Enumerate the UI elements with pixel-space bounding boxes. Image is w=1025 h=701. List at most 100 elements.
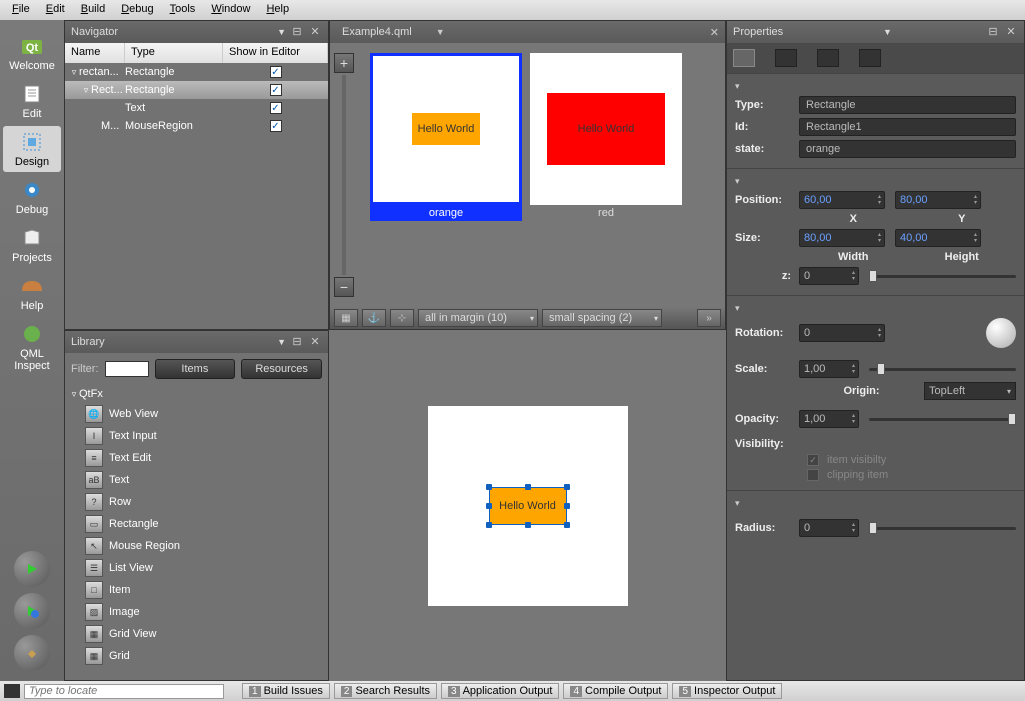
opacity-spin[interactable]: 1,00 xyxy=(799,410,859,428)
section-toggle[interactable]: ▾ xyxy=(735,303,740,313)
tree-row[interactable]: ▿Rect... Rectangle ✓ xyxy=(65,81,328,99)
run-button[interactable] xyxy=(14,551,50,587)
pos-y-spin[interactable]: 80,00 xyxy=(895,191,981,209)
library-item[interactable]: ▦Grid xyxy=(65,645,328,667)
anchor-icon[interactable]: ⚓ xyxy=(362,309,386,327)
build-issues-button[interactable]: 1Build Issues xyxy=(242,683,330,699)
margin-combo[interactable]: all in margin (10) xyxy=(418,309,538,327)
zoom-out-button[interactable]: − xyxy=(334,277,354,297)
opacity-slider[interactable] xyxy=(869,411,1016,427)
library-item[interactable]: ▭Rectangle xyxy=(65,513,328,535)
scale-slider[interactable] xyxy=(869,361,1016,377)
state-thumb-orange[interactable]: Hello World orange xyxy=(370,53,522,297)
library-item[interactable]: ≡Text Edit xyxy=(65,447,328,469)
menu-tools[interactable]: Tools xyxy=(162,0,204,20)
menu-debug[interactable]: Debug xyxy=(113,0,161,20)
checkbox[interactable]: ✓ xyxy=(270,84,282,96)
detach-icon[interactable]: ⊟ xyxy=(290,25,304,39)
section-toggle[interactable]: ▾ xyxy=(735,498,740,508)
radius-spin[interactable]: 0 xyxy=(799,519,859,537)
col-show[interactable]: Show in Editor xyxy=(223,43,328,63)
radius-slider[interactable] xyxy=(869,520,1016,536)
items-button[interactable]: Items xyxy=(155,359,236,379)
library-item[interactable]: ▦Grid View xyxy=(65,623,328,645)
library-item[interactable]: ▨Image xyxy=(65,601,328,623)
snap-icon[interactable]: ▦ xyxy=(334,309,358,327)
menu-edit[interactable]: Edit xyxy=(38,0,73,20)
tree-row[interactable]: M... MouseRegion ✓ xyxy=(65,117,328,135)
mode-debug[interactable]: Debug xyxy=(3,174,61,220)
tree-row[interactable]: ▿rectan... Rectangle ✓ xyxy=(65,63,328,81)
close-icon[interactable]: ✕ xyxy=(710,26,719,39)
library-item[interactable]: aBText xyxy=(65,469,328,491)
section-toggle[interactable]: ▾ xyxy=(735,81,740,91)
height-spin[interactable]: 40,00 xyxy=(895,229,981,247)
close-icon[interactable]: ✕ xyxy=(1004,25,1018,39)
z-slider[interactable] xyxy=(869,268,1016,284)
checkbox[interactable]: ✓ xyxy=(270,102,282,114)
mode-projects[interactable]: Projects xyxy=(3,222,61,268)
app-output-button[interactable]: 3Application Output xyxy=(441,683,559,699)
resources-button[interactable]: Resources xyxy=(241,359,322,379)
run-debug-button[interactable] xyxy=(14,593,50,629)
selected-rectangle[interactable]: Hello World xyxy=(489,487,567,525)
more-icon[interactable]: » xyxy=(697,309,721,327)
scale-spin[interactable]: 1,00 xyxy=(799,360,859,378)
mode-welcome[interactable]: QtWelcome xyxy=(3,30,61,76)
state-thumb-red[interactable]: Hello World red xyxy=(530,53,682,297)
visibility-checkbox[interactable]: ✓ xyxy=(807,454,819,466)
file-tab[interactable]: Example4.qml xyxy=(336,23,436,41)
bounds-icon[interactable]: ⊹ xyxy=(390,309,414,327)
dropdown-icon[interactable]: ▼ xyxy=(436,27,445,37)
dropdown-icon[interactable]: ▼ xyxy=(277,337,286,347)
library-item[interactable]: 🌐Web View xyxy=(65,403,328,425)
design-canvas[interactable]: Hello World xyxy=(329,330,726,681)
id-field[interactable]: Rectangle1 xyxy=(799,118,1016,136)
library-item[interactable]: □Item xyxy=(65,579,328,601)
close-icon[interactable]: ✕ xyxy=(308,25,322,39)
library-item[interactable]: ↖Mouse Region xyxy=(65,535,328,557)
checkbox[interactable]: ✓ xyxy=(270,66,282,78)
z-spin[interactable]: 0 xyxy=(799,267,859,285)
spacing-combo[interactable]: small spacing (2) xyxy=(542,309,662,327)
mode-qml-inspect[interactable]: QML Inspect xyxy=(3,318,61,376)
detach-icon[interactable]: ⊟ xyxy=(986,25,1000,39)
expander-icon[interactable]: ▿ xyxy=(81,85,91,96)
clipping-checkbox[interactable] xyxy=(807,469,819,481)
mode-design[interactable]: Design xyxy=(3,126,61,172)
section-toggle[interactable]: ▾ xyxy=(735,176,740,186)
detach-icon[interactable]: ⊟ xyxy=(290,335,304,349)
zoom-in-button[interactable]: + xyxy=(334,53,354,73)
library-category[interactable]: ▿QtFx xyxy=(65,385,328,403)
prop-tab-1[interactable] xyxy=(733,49,755,67)
col-name[interactable]: Name xyxy=(65,43,125,63)
zoom-slider[interactable] xyxy=(342,75,346,275)
prop-tab-2[interactable] xyxy=(775,49,797,67)
inspector-output-button[interactable]: 5Inspector Output xyxy=(672,683,782,699)
build-button[interactable] xyxy=(14,635,50,671)
dropdown-icon[interactable]: ▼ xyxy=(883,27,892,37)
menu-help[interactable]: Help xyxy=(258,0,297,20)
close-icon[interactable]: ✕ xyxy=(308,335,322,349)
output-toggle[interactable] xyxy=(4,684,20,698)
mode-edit[interactable]: Edit xyxy=(3,78,61,124)
filter-input[interactable] xyxy=(105,361,149,377)
width-spin[interactable]: 80,00 xyxy=(799,229,885,247)
pos-x-spin[interactable]: 60,00 xyxy=(799,191,885,209)
menu-build[interactable]: Build xyxy=(73,0,113,20)
col-type[interactable]: Type xyxy=(125,43,223,63)
dropdown-icon[interactable]: ▼ xyxy=(277,27,286,37)
library-item[interactable]: IText Input xyxy=(65,425,328,447)
tree-row[interactable]: Text ✓ xyxy=(65,99,328,117)
compile-output-button[interactable]: 4Compile Output xyxy=(563,683,668,699)
prop-tab-3[interactable] xyxy=(817,49,839,67)
rotation-dial[interactable] xyxy=(986,318,1016,348)
mode-help[interactable]: Help xyxy=(3,270,61,316)
locator-input[interactable] xyxy=(24,684,224,699)
library-item[interactable]: ?Row xyxy=(65,491,328,513)
search-results-button[interactable]: 2Search Results xyxy=(334,683,437,699)
prop-tab-4[interactable] xyxy=(859,49,881,67)
library-item[interactable]: ☰List View xyxy=(65,557,328,579)
rotation-spin[interactable]: 0 xyxy=(799,324,885,342)
menu-window[interactable]: Window xyxy=(203,0,258,20)
